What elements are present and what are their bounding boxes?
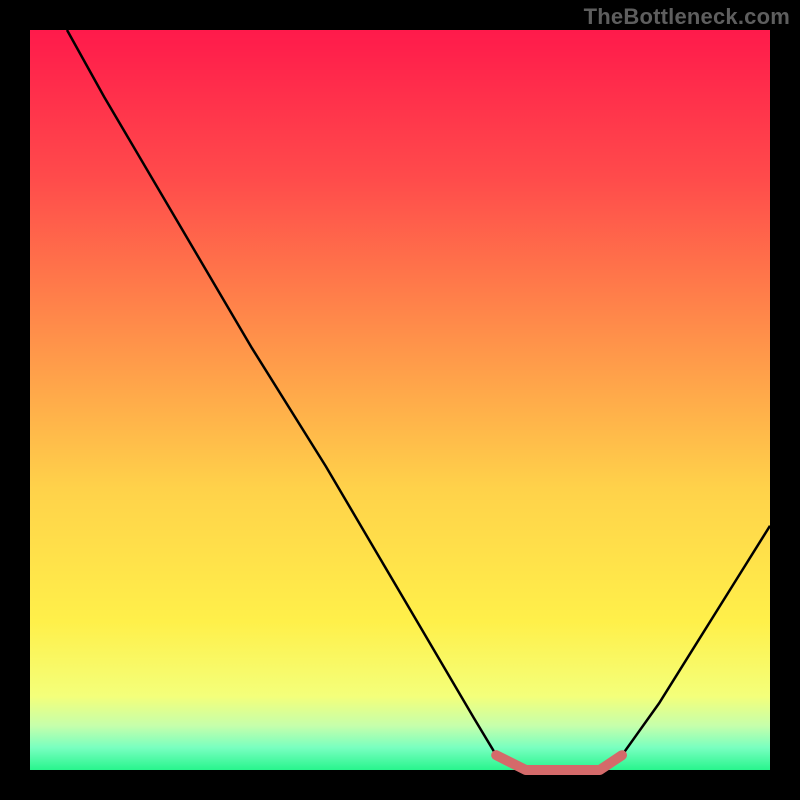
- chart-frame: TheBottleneck.com: [0, 0, 800, 800]
- watermark-label: TheBottleneck.com: [584, 4, 790, 30]
- plot-background: [30, 30, 770, 770]
- bottleneck-chart: [0, 0, 800, 800]
